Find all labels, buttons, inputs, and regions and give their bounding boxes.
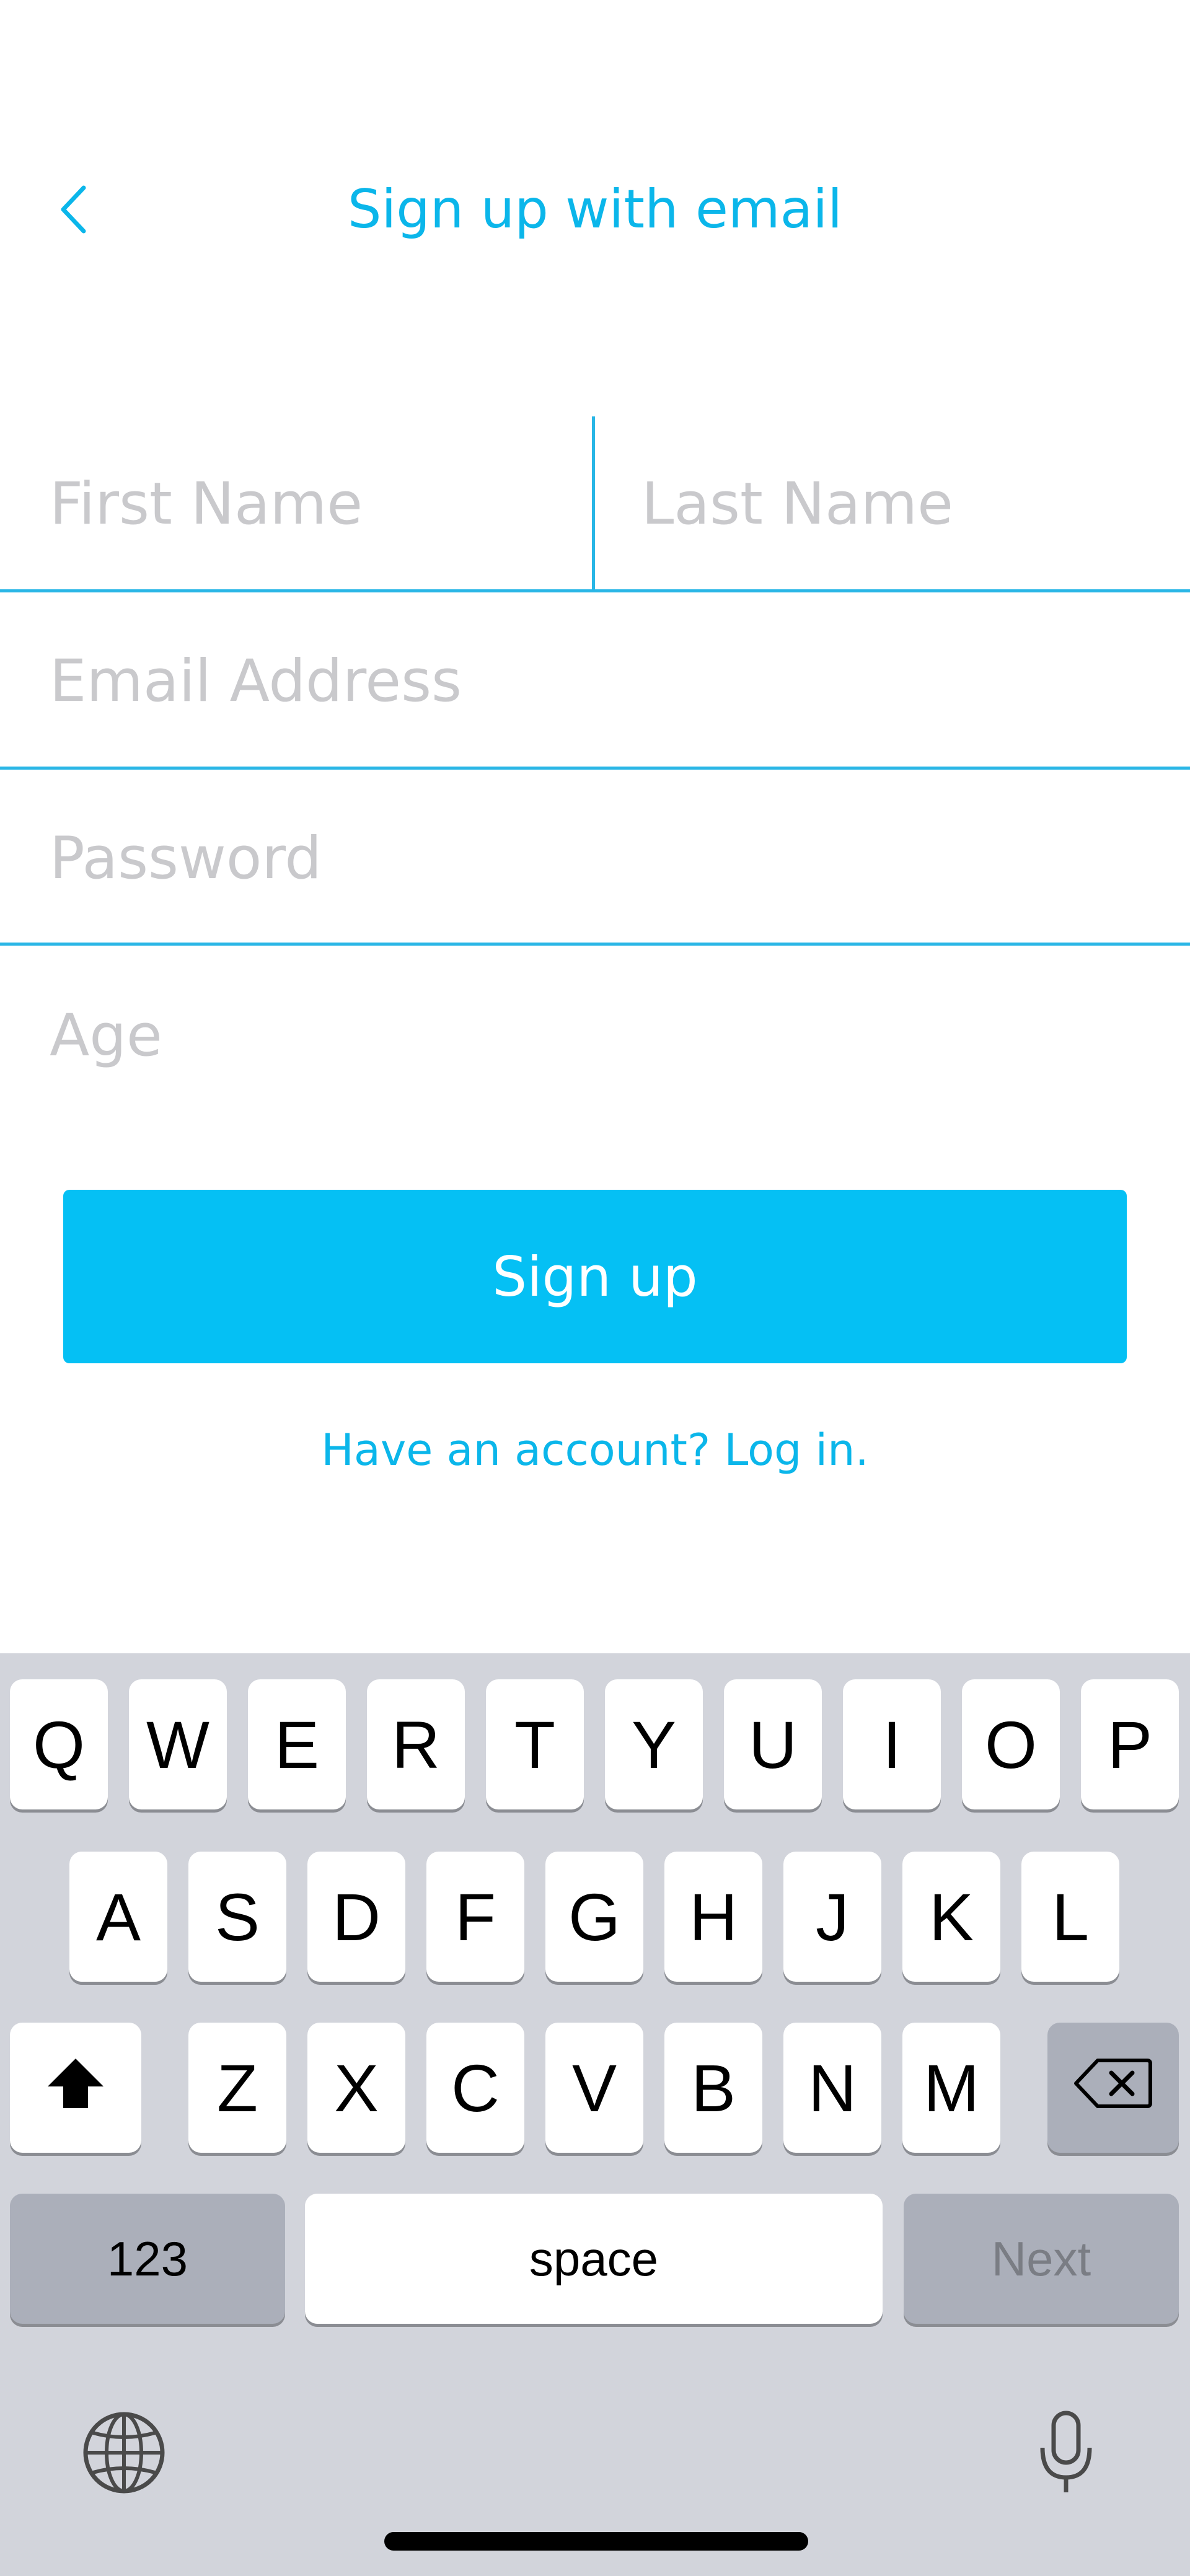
login-link[interactable]: Have an account? Log in. bbox=[0, 1413, 1190, 1487]
key-j[interactable]: J bbox=[783, 1852, 881, 1982]
key-p[interactable]: P bbox=[1081, 1679, 1179, 1809]
key-n[interactable]: N bbox=[783, 2023, 881, 2153]
key-h[interactable]: H bbox=[664, 1852, 762, 1982]
key-z[interactable]: Z bbox=[188, 2023, 286, 2153]
divider-line bbox=[0, 589, 1190, 592]
last-name-field[interactable]: Last Name bbox=[595, 416, 1190, 591]
key-x[interactable]: X bbox=[307, 2023, 405, 2153]
backspace-key[interactable] bbox=[1047, 2023, 1179, 2153]
divider-line bbox=[0, 767, 1190, 770]
page-title: Sign up with email bbox=[347, 178, 843, 240]
shift-icon bbox=[45, 2049, 107, 2127]
key-l[interactable]: L bbox=[1021, 1852, 1119, 1982]
key-m[interactable]: M bbox=[902, 2023, 1000, 2153]
signup-button[interactable]: Sign up bbox=[63, 1190, 1127, 1363]
key-t[interactable]: T bbox=[486, 1679, 584, 1809]
microphone-icon[interactable] bbox=[1035, 2409, 1097, 2496]
shift-key[interactable] bbox=[10, 2023, 141, 2153]
password-field[interactable]: Password bbox=[0, 771, 1190, 946]
key-v[interactable]: V bbox=[545, 2023, 643, 2153]
home-indicator bbox=[384, 2532, 808, 2551]
email-field[interactable]: Email Address bbox=[0, 594, 1190, 768]
key-u[interactable]: U bbox=[724, 1679, 822, 1809]
key-i[interactable]: I bbox=[843, 1679, 941, 1809]
space-key[interactable]: space bbox=[305, 2194, 883, 2324]
key-k[interactable]: K bbox=[902, 1852, 1000, 1982]
key-o[interactable]: O bbox=[962, 1679, 1060, 1809]
backspace-icon bbox=[1073, 2049, 1153, 2127]
next-key[interactable]: Next bbox=[904, 2194, 1179, 2324]
key-q[interactable]: Q bbox=[10, 1679, 108, 1809]
keyboard: Q W E R T Y U I O P A S D F G H J K L Z … bbox=[0, 1653, 1190, 2576]
age-field[interactable]: Age bbox=[0, 948, 1190, 1123]
key-f[interactable]: F bbox=[426, 1852, 524, 1982]
key-s[interactable]: S bbox=[188, 1852, 286, 1982]
key-g[interactable]: G bbox=[545, 1852, 643, 1982]
key-r[interactable]: R bbox=[367, 1679, 465, 1809]
key-d[interactable]: D bbox=[307, 1852, 405, 1982]
key-a[interactable]: A bbox=[69, 1852, 167, 1982]
globe-icon[interactable] bbox=[81, 2409, 167, 2496]
key-c[interactable]: C bbox=[426, 2023, 524, 2153]
key-y[interactable]: Y bbox=[605, 1679, 703, 1809]
key-w[interactable]: W bbox=[129, 1679, 227, 1809]
numbers-key[interactable]: 123 bbox=[10, 2194, 285, 2324]
key-e[interactable]: E bbox=[248, 1679, 346, 1809]
first-name-field[interactable]: First Name bbox=[0, 416, 592, 591]
key-b[interactable]: B bbox=[664, 2023, 762, 2153]
divider-line bbox=[0, 943, 1190, 946]
